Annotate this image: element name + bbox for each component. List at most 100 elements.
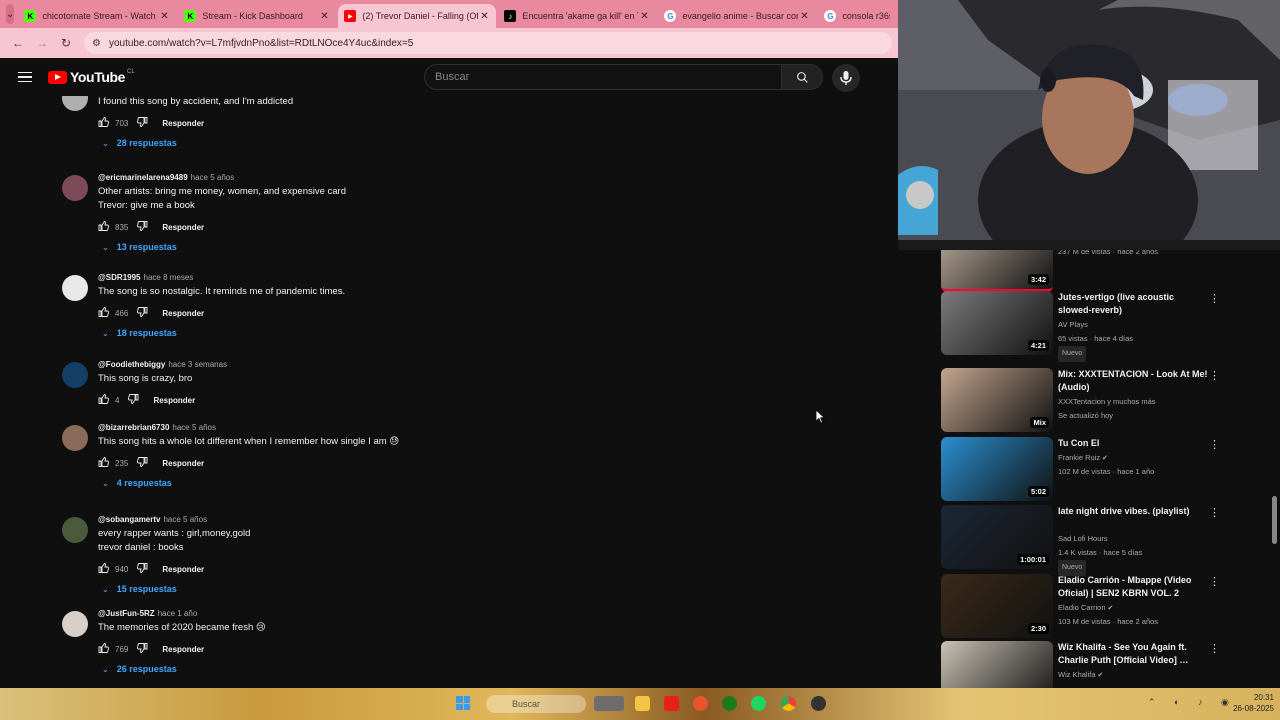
- video-title[interactable]: late night drive vibes. (playlist): [1058, 505, 1208, 518]
- video-thumbnail[interactable]: 1:00:01: [941, 505, 1053, 569]
- related-video[interactable]: 4:21 Jutes-vertigo (live acoustic slowed-…: [941, 291, 1261, 362]
- video-title[interactable]: Eladio Carrión - Mbappe (Video Oficial) …: [1058, 574, 1208, 600]
- dislike-icon[interactable]: [136, 306, 148, 320]
- related-video[interactable]: Mix Mix: XXXTENTACION - Look At Me! (Audi…: [941, 368, 1261, 438]
- related-video[interactable]: 1:00:01 late night drive vibes. (playlist…: [941, 505, 1261, 576]
- avatar[interactable]: [62, 175, 88, 201]
- related-video[interactable]: Wiz Khalifa - See You Again ft. Charlie …: [941, 641, 1261, 688]
- video-title[interactable]: Mix: XXXTENTACION - Look At Me! (Audio): [1058, 368, 1208, 394]
- comment-author[interactable]: @bizarrebrian6730: [98, 423, 169, 432]
- back-icon[interactable]: ←: [6, 36, 30, 50]
- site-info-icon[interactable]: ⚙: [92, 38, 101, 49]
- reply-button[interactable]: Responder: [162, 645, 204, 654]
- dislike-icon[interactable]: [136, 220, 148, 234]
- sidebar-scrollbar[interactable]: [1272, 496, 1277, 544]
- avatar[interactable]: [62, 425, 88, 451]
- search-button[interactable]: [781, 64, 823, 90]
- video-title[interactable]: Wiz Khalifa - See You Again ft. Charlie …: [1058, 641, 1208, 667]
- video-more-icon[interactable]: ⋮: [1209, 506, 1220, 519]
- like-icon[interactable]: [98, 220, 110, 234]
- dislike-icon[interactable]: [136, 562, 148, 576]
- video-thumbnail[interactable]: 5:02: [941, 437, 1053, 501]
- show-replies-button[interactable]: ⌄ 15 respuestas: [102, 584, 177, 594]
- like-icon[interactable]: [98, 562, 110, 576]
- start-windows-icon[interactable]: [456, 696, 470, 710]
- reply-button[interactable]: Responder: [162, 565, 204, 574]
- forward-icon[interactable]: →: [30, 36, 54, 50]
- comment-author[interactable]: @Foodiethebiggy: [98, 360, 165, 369]
- comment-time[interactable]: hace 1 año: [158, 609, 198, 618]
- show-replies-button[interactable]: ⌄ 4 respuestas: [102, 478, 172, 488]
- close-tab-icon[interactable]: ✕: [158, 11, 170, 22]
- comment-time[interactable]: hace 5 años: [191, 173, 235, 182]
- chrome-icon[interactable]: [781, 696, 796, 711]
- avatar[interactable]: [62, 96, 88, 111]
- video-more-icon[interactable]: ⋮: [1209, 369, 1220, 382]
- comment-author[interactable]: @SDR1995: [98, 273, 141, 282]
- address-bar[interactable]: ⚙ youtube.com/watch?v=L7mfjvdnPno&list=R…: [84, 32, 892, 54]
- dislike-icon[interactable]: [136, 456, 148, 470]
- reply-button[interactable]: Responder: [153, 396, 195, 405]
- like-icon[interactable]: [98, 456, 110, 470]
- video-channel[interactable]: Frankie Ruiz ✔: [1058, 451, 1218, 466]
- video-title[interactable]: Jutes-vertigo (live acoustic slowed-reve…: [1058, 291, 1208, 317]
- video-thumbnail[interactable]: [941, 641, 1053, 688]
- video-thumbnail[interactable]: 3:42: [941, 250, 1053, 292]
- youtube-logo[interactable]: YouTube CL: [48, 69, 135, 85]
- video-thumbnail[interactable]: 2:30: [941, 574, 1053, 638]
- app-dark-icon[interactable]: [811, 696, 826, 711]
- video-thumbnail[interactable]: Mix: [941, 368, 1053, 432]
- reply-button[interactable]: Responder: [162, 309, 204, 318]
- dislike-icon[interactable]: [136, 116, 148, 130]
- reply-button[interactable]: Responder: [162, 119, 204, 128]
- video-thumbnail[interactable]: 4:21: [941, 291, 1053, 355]
- video-channel[interactable]: Eladio Carrion ✔: [1058, 601, 1218, 616]
- spotify-icon[interactable]: [751, 696, 766, 711]
- tab-search-icon[interactable]: ⌄: [6, 4, 15, 24]
- voice-search-button[interactable]: [832, 64, 860, 92]
- reload-icon[interactable]: ↻: [54, 36, 78, 50]
- show-replies-button[interactable]: ⌄ 13 respuestas: [102, 242, 177, 252]
- menu-icon[interactable]: [18, 71, 32, 83]
- browser-tab[interactable]: Gevangelio anime - Buscar con G…✕: [658, 4, 816, 28]
- youtube-app-icon[interactable]: [664, 696, 679, 711]
- video-channel[interactable]: Sad Lofi Hours: [1058, 532, 1218, 546]
- xbox-icon[interactable]: [722, 696, 737, 711]
- show-replies-button[interactable]: ⌄ 18 respuestas: [102, 328, 177, 338]
- avatar[interactable]: [62, 362, 88, 388]
- close-tab-icon[interactable]: ✕: [478, 11, 490, 22]
- browser-tab[interactable]: ▶ (2) Trevor Daniel - Falling (Offic…✕: [338, 4, 497, 28]
- like-icon[interactable]: [98, 393, 110, 407]
- video-more-icon[interactable]: ⋮: [1209, 292, 1220, 305]
- like-icon[interactable]: [98, 642, 110, 656]
- browser-tab[interactable]: Gconsola r36s - B…: [818, 4, 896, 28]
- avatar[interactable]: [62, 611, 88, 637]
- widgets-icon[interactable]: [594, 696, 624, 711]
- avatar[interactable]: [62, 517, 88, 543]
- dislike-icon[interactable]: [127, 393, 139, 407]
- show-replies-button[interactable]: ⌄ 26 respuestas: [102, 664, 177, 674]
- comment-time[interactable]: hace 5 años: [172, 423, 216, 432]
- like-icon[interactable]: [98, 116, 110, 130]
- reply-button[interactable]: Responder: [162, 223, 204, 232]
- close-tab-icon[interactable]: ✕: [798, 11, 810, 22]
- video-more-icon[interactable]: ⋮: [1209, 575, 1220, 588]
- comment-time[interactable]: hace 3 semanas: [168, 360, 227, 369]
- video-more-icon[interactable]: ⋮: [1209, 438, 1220, 451]
- video-channel[interactable]: XXXTentacion y muchos más: [1058, 395, 1218, 409]
- reply-button[interactable]: Responder: [162, 459, 204, 468]
- dislike-icon[interactable]: [136, 642, 148, 656]
- comment-author[interactable]: @JustFun-5RZ: [98, 609, 155, 618]
- avatar[interactable]: [62, 275, 88, 301]
- search-input[interactable]: Buscar: [424, 64, 782, 90]
- taskbar-clock[interactable]: 20:31 26-08-2025: [1218, 692, 1274, 714]
- related-video[interactable]: 5:02 Tu Con El Frankie Ruiz ✔ 102 M de vist…: [941, 437, 1261, 507]
- browser-tab[interactable]: Kchicotomate Stream - Watch Li…✕: [18, 4, 176, 28]
- close-tab-icon[interactable]: ✕: [318, 11, 330, 22]
- browser-tab[interactable]: ♪ Encuentra 'akame ga kill' en Tik…✕: [498, 4, 656, 28]
- video-channel[interactable]: AV Plays: [1058, 318, 1218, 332]
- like-icon[interactable]: [98, 306, 110, 320]
- app-orange-icon[interactable]: [693, 696, 708, 711]
- comment-time[interactable]: hace 8 meses: [144, 273, 194, 282]
- comment-author[interactable]: @ericmarinelarena9489: [98, 173, 188, 182]
